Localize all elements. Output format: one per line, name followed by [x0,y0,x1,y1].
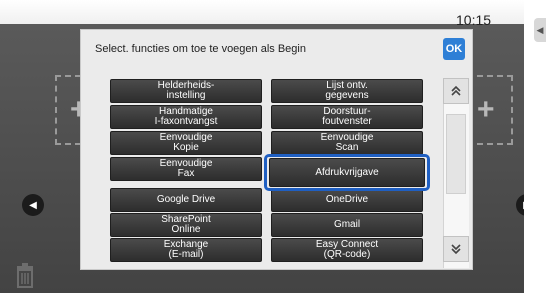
ok-button[interactable]: OK [443,38,465,60]
side-panel-handle-icon[interactable]: ◀ [534,18,546,42]
status-bar: 10:15 [0,0,524,28]
function-button-easy-fax[interactable]: Eenvoudige Fax [110,157,262,181]
dialog-title: Select. functies om toe te voegen als Be… [95,43,306,55]
function-button-easy-scan[interactable]: Eenvoudige Scan [271,131,423,155]
function-select-dialog: Select. functies om toe te voegen als Be… [80,29,473,270]
add-icon: + [477,93,495,126]
function-button-easy-connect[interactable]: Easy Connect (QR-code) [271,238,423,262]
function-button-sharepoint-online[interactable]: SharePoint Online [110,213,262,237]
double-chevron-up-icon[interactable] [443,78,469,104]
function-button-gmail[interactable]: Gmail [271,213,423,237]
clock: 10:15 [456,12,492,28]
trash-icon[interactable] [14,262,36,288]
function-button-manual-ifax-receive[interactable]: Handmatige I-faxontvangst [110,105,262,129]
double-chevron-down-icon[interactable] [443,236,469,262]
function-button-onedrive[interactable]: OneDrive [271,188,423,212]
function-button-exchange[interactable]: Exchange (E-mail) [110,238,262,262]
function-button-brightness[interactable]: Helderheids- instelling [110,79,262,103]
function-button-google-drive[interactable]: Google Drive [110,188,262,212]
scrollbar-thumb[interactable] [446,114,466,194]
side-panel: ◀ [524,0,546,293]
function-button-forward-error-window[interactable]: Doorstuur- foutvenster [271,105,423,129]
function-button-easy-copy[interactable]: Eenvoudige Kopie [110,131,262,155]
selection-highlight [264,154,430,191]
function-button-received-data-list[interactable]: Lijst ontv. gegevens [271,79,423,103]
left-arrow-icon[interactable]: ◀ [22,194,44,216]
